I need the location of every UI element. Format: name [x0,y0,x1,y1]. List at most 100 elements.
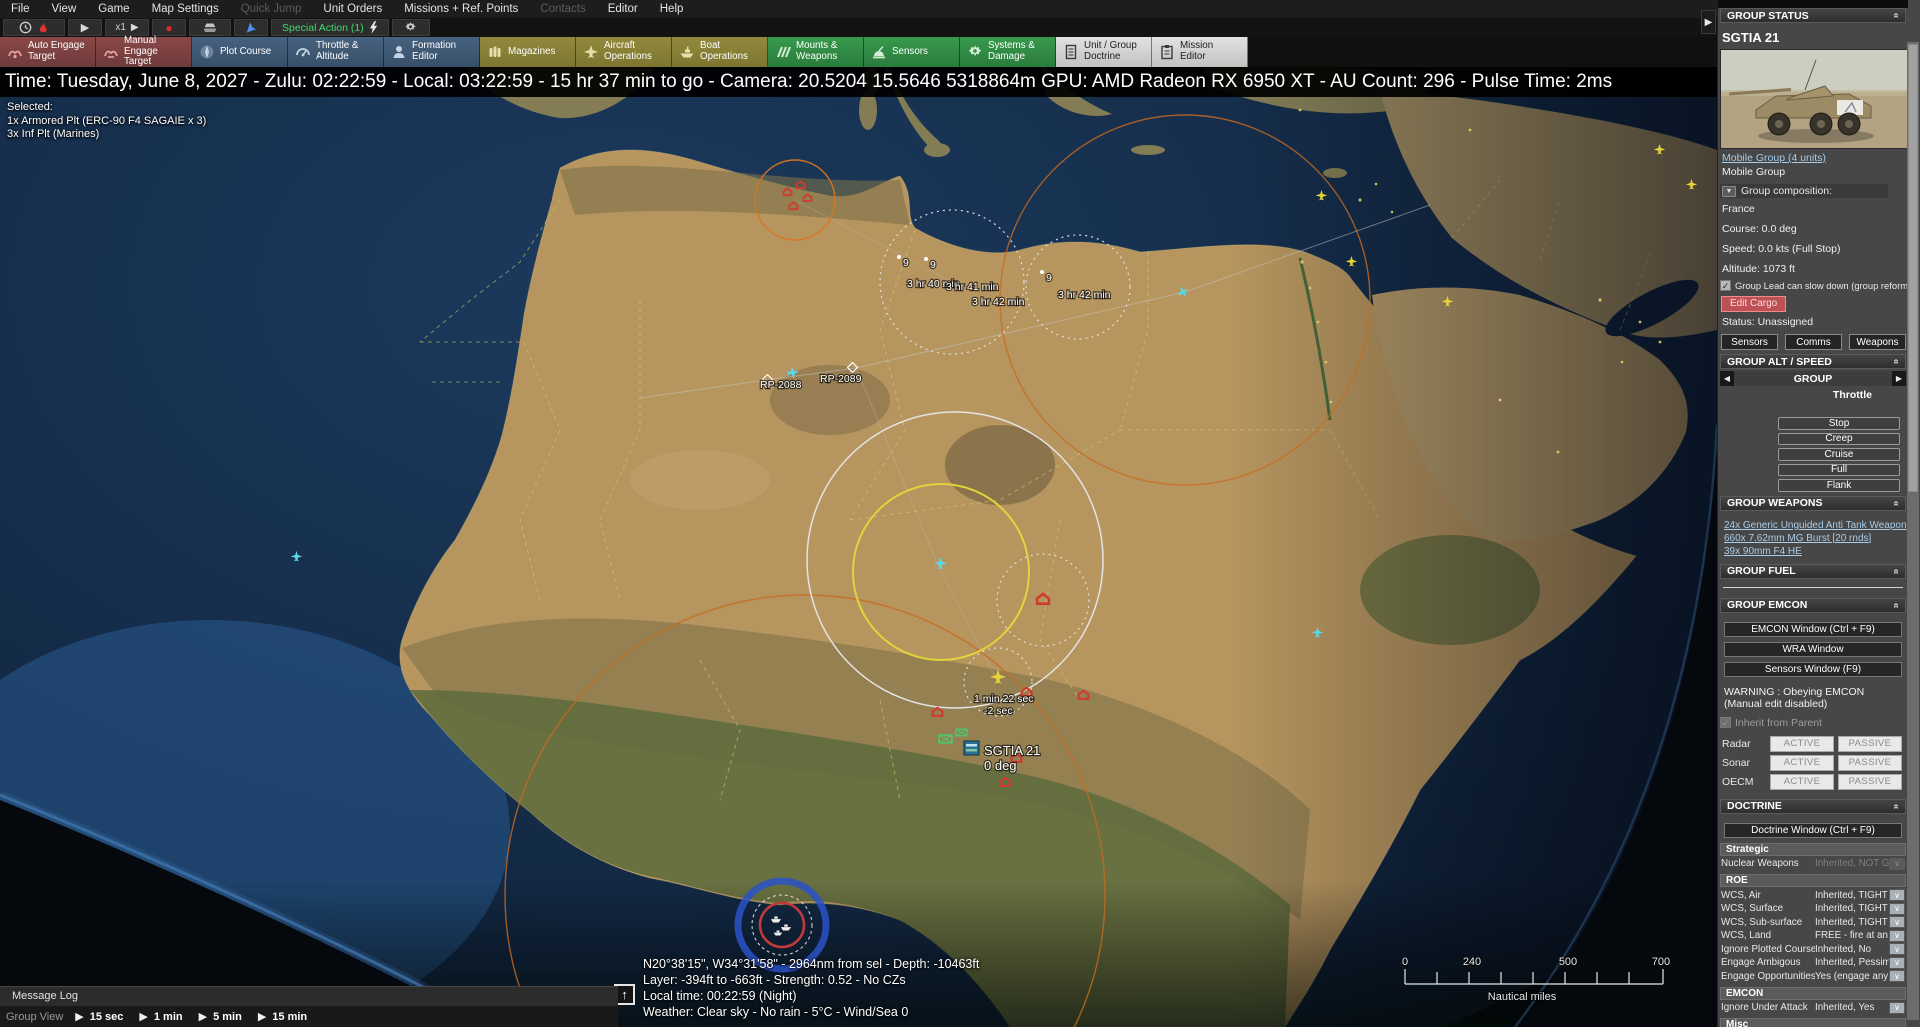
magazine-icon [487,44,503,60]
pointer-button[interactable] [234,19,268,36]
throttle-stop-button[interactable]: Stop [1778,417,1900,430]
time-step-5min[interactable]: ▶ 5 min [195,1010,254,1023]
scrollbar-thumb[interactable] [1908,44,1918,492]
world-map[interactable]: RP-2088 RP-2089 9 9 9 3 hr 40 min 3 hr 4… [0,0,1717,1027]
svg-text:500: 500 [1559,956,1577,968]
group-composition-toggle[interactable]: ▼ Group composition: [1720,184,1888,198]
gear-icon [404,21,417,34]
time-step-15min[interactable]: ▶ 15 min [254,1010,319,1023]
weapon-link[interactable]: 39x 90mm F4 HE [1720,545,1906,558]
toolbar-manual-engage-target[interactable]: Manual Engage Target [96,37,192,67]
toolbar-formation-editor[interactable]: Formation Editor [384,37,480,67]
throttle-creep-button[interactable]: Creep [1778,433,1900,446]
settings-button[interactable] [392,19,430,36]
chevron-right-icon[interactable]: ▶ [1892,371,1906,386]
menu-game[interactable]: Game [87,3,140,15]
sonar-passive-button[interactable]: PASSIVE [1838,755,1902,771]
group-view-label[interactable]: Group View [0,1011,71,1023]
eta-label: 3 hr 42 min [972,296,1025,308]
radar-active-button[interactable]: ACTIVE [1770,736,1834,752]
record-icon: ● [165,23,172,33]
throttle-full-button[interactable]: Full [1778,464,1900,477]
chevron-left-icon[interactable]: ◀ [1720,371,1734,386]
selected-group-icon[interactable] [964,741,979,755]
bolt-icon [369,21,378,34]
chevron-down-icon[interactable]: ∨ [1889,943,1905,955]
chevron-down-icon[interactable]: ∨ [1889,903,1905,915]
collapse-icon[interactable]: « [1891,359,1902,365]
section-doctrine[interactable]: DOCTRINE « [1720,799,1906,814]
toolbar-unit-group-doctrine[interactable]: Unit / Group Doctrine [1056,37,1152,67]
doctrine-subsection-roe: ROE [1720,874,1906,887]
sidebar-scrollbar[interactable] [1907,42,1919,1020]
emcon-window-button[interactable]: EMCON Window (Ctrl + F9) [1724,622,1902,637]
special-action-button[interactable]: Special Action (1) [271,19,389,36]
collapse-icon[interactable]: « [1891,602,1902,608]
play-button[interactable]: ▶ [68,19,102,36]
toolbar-throttle-altitude[interactable]: Throttle & Altitude [288,37,384,67]
collapse-icon[interactable]: « [1891,803,1902,809]
menu-unit-orders[interactable]: Unit Orders [312,3,393,15]
section-group-weapons[interactable]: GROUP WEAPONS « [1720,496,1906,511]
weapon-link[interactable]: 24x Generic Unguided Anti Tank Weapon [1720,519,1906,532]
doctrine-row-ignore-plotted-course: Ignore Plotted Course Inherited, No ∨ [1721,943,1905,956]
group-lead-checkbox[interactable]: ✓ Group Lead can slow down (group reform… [1720,277,1906,294]
comms-button[interactable]: Comms [1785,334,1842,350]
weapon-link[interactable]: 660x 7.62mm MG Burst [20 rnds] [1720,532,1906,545]
menu-view[interactable]: View [41,3,88,15]
inherit-from-parent-checkbox[interactable]: ✓ Inherit from Parent [1720,711,1906,733]
sensors-window-button[interactable]: Sensors Window (F9) [1724,662,1902,677]
section-group-emcon[interactable]: GROUP EMCON « [1720,598,1906,613]
collapse-icon[interactable]: « [1891,500,1902,506]
time-controls-button[interactable] [3,19,65,36]
ferry-button[interactable] [189,19,231,36]
group-speed: Speed: 0.0 kts (Full Stop) [1720,241,1906,257]
weapons-button[interactable]: Weapons [1849,334,1906,350]
section-group-status[interactable]: GROUP STATUS « [1720,8,1906,23]
sonar-active-button[interactable]: ACTIVE [1770,755,1834,771]
menu-contacts: Contacts [529,3,596,15]
chevron-down-icon[interactable]: ∨ [1889,916,1905,928]
throttle-cruise-button[interactable]: Cruise [1778,448,1900,461]
menu-editor[interactable]: Editor [597,3,649,15]
toolbar-magazines[interactable]: Magazines [480,37,576,67]
throttle-flank-button[interactable]: Flank [1778,479,1900,492]
menu-help[interactable]: Help [649,3,695,15]
group-course-label: 0 deg [984,758,1017,773]
toolbar-sensors[interactable]: Sensors [864,37,960,67]
time-step-15sec[interactable]: ▶ 15 sec [71,1010,135,1023]
menu-file[interactable]: File [0,3,41,15]
toolbar-auto-engage-target[interactable]: Auto Engage Target [0,37,96,67]
toolbar-systems-damage[interactable]: Systems & Damage [960,37,1056,67]
toolbar-aircraft-operations[interactable]: Aircraft Operations [576,37,672,67]
toolbar-plot-course[interactable]: Plot Course [192,37,288,67]
menu-map-settings[interactable]: Map Settings [141,3,230,15]
sidebar-expand-button[interactable]: ▶ [1701,10,1716,34]
collapse-icon[interactable]: « [1891,568,1902,574]
toolbar-boat-operations[interactable]: Boat Operations [672,37,768,67]
chevron-down-icon[interactable]: ∨ [1889,889,1905,901]
oecm-passive-button[interactable]: PASSIVE [1838,774,1902,790]
sensors-button[interactable]: Sensors [1721,334,1778,350]
group-link[interactable]: Mobile Group (4 units) [1720,149,1906,164]
time-compression-button[interactable]: x1 ▶ [105,19,149,36]
record-button[interactable]: ● [152,19,186,36]
time-step-1min[interactable]: ▶ 1 min [135,1010,194,1023]
oecm-active-button[interactable]: ACTIVE [1770,774,1834,790]
chevron-down-icon[interactable]: ∨ [1889,930,1905,942]
collapse-icon[interactable]: « [1891,13,1902,19]
section-group-fuel[interactable]: GROUP FUEL « [1720,564,1906,579]
menu-missions-ref-points[interactable]: Missions + Ref. Points [393,3,529,15]
radar-passive-button[interactable]: PASSIVE [1838,736,1902,752]
chevron-down-icon[interactable]: ∨ [1889,970,1905,982]
chevron-down-icon[interactable]: ∨ [1889,1002,1905,1014]
section-group-alt-speed[interactable]: GROUP ALT / SPEED « [1720,354,1906,369]
edit-cargo-button[interactable]: Edit Cargo [1721,296,1786,312]
toolbar-mission-editor[interactable]: Mission Editor [1152,37,1248,67]
chevron-down-icon[interactable]: ∨ [1889,957,1905,969]
doctrine-window-button[interactable]: Doctrine Window (Ctrl + F9) [1724,823,1902,838]
chevron-down-icon: ▼ [1722,186,1736,197]
message-log-bar[interactable]: Message Log [0,986,618,1006]
toolbar-mounts-weapons[interactable]: Mounts & Weapons [768,37,864,67]
wra-window-button[interactable]: WRA Window [1724,642,1902,657]
